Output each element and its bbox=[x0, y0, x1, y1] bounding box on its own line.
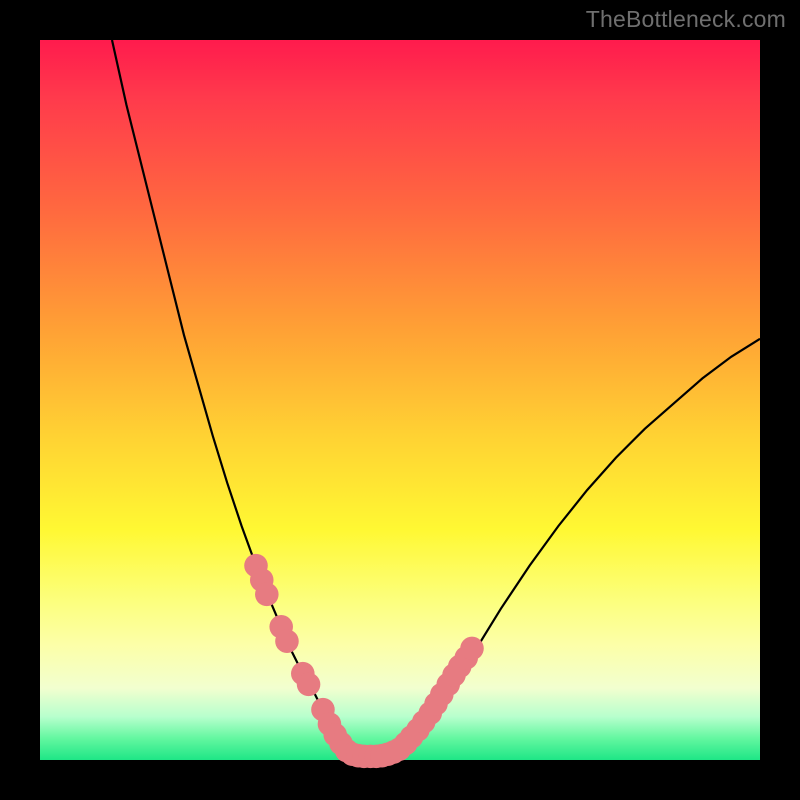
bead-marker bbox=[275, 629, 299, 653]
bottleneck-curve bbox=[112, 40, 760, 756]
bead-marker bbox=[460, 637, 484, 661]
bead-marker bbox=[297, 673, 321, 697]
curve-beads bbox=[244, 554, 484, 768]
watermark-text: TheBottleneck.com bbox=[586, 6, 786, 33]
bead-marker bbox=[255, 583, 279, 607]
plot-area bbox=[40, 40, 760, 760]
curve-svg bbox=[40, 40, 760, 760]
chart-container: TheBottleneck.com bbox=[0, 0, 800, 800]
